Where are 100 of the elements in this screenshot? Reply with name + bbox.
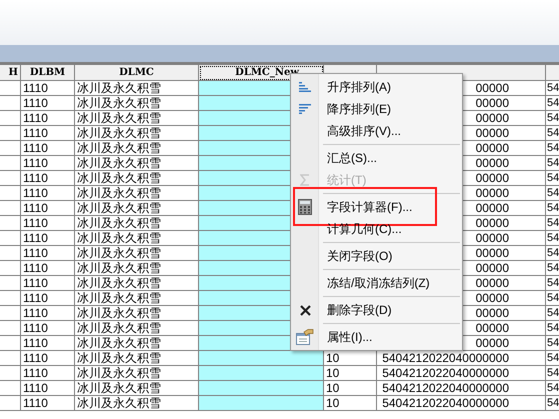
table-cell: 1110: [23, 186, 48, 200]
table-cell: 1110: [23, 306, 48, 320]
table-cell: 5404212022040000000: [382, 396, 509, 410]
table-cell: 54: [547, 292, 559, 304]
table-cell: 54: [547, 382, 559, 394]
table-cell: 1110: [23, 216, 48, 230]
table-cell: 10: [326, 382, 340, 394]
table-cell: 冰川及永久积雪: [77, 96, 161, 110]
table-cell: 冰川及永久积雪: [77, 366, 161, 380]
table-cell: 54: [547, 352, 559, 364]
table-cell: 54: [547, 336, 559, 348]
menu-item[interactable]: 汇总(S)...: [291, 147, 462, 169]
menu-item[interactable]: 高级排序(V)...: [291, 120, 462, 142]
menu-item[interactable]: 删除字段(D): [291, 299, 462, 321]
table-cell: 冰川及永久积雪: [77, 156, 161, 170]
table-cell: 1110: [23, 142, 48, 154]
table-cell: 5404212022040000000: [382, 366, 509, 380]
table-cell: 冰川及永久积雪: [77, 322, 161, 334]
table-cell: 54: [547, 142, 559, 154]
table-cell: 冰川及永久积雪: [77, 352, 161, 364]
table-cell: 冰川及永久积雪: [77, 82, 161, 94]
table-cell: 54: [547, 156, 559, 168]
table-cell: 1110: [23, 246, 48, 260]
table-cell: 1110: [23, 262, 48, 274]
menu-item[interactable]: 关闭字段(O): [291, 245, 462, 267]
table-cell: 1110: [23, 232, 48, 244]
table-cell: 冰川及永久积雪: [77, 112, 161, 124]
menu-item[interactable]: 冻结/取消冻结列(Z): [291, 272, 462, 294]
table-cell: 00000: [476, 232, 509, 244]
table-cell: 54: [547, 186, 559, 198]
table-cell: 00000: [476, 216, 509, 230]
menu-item[interactable]: 字段计算器(F)...: [291, 196, 462, 218]
table-cell: 54: [547, 306, 559, 318]
menu-item[interactable]: 计算几何(C)...: [291, 218, 462, 240]
menu-item[interactable]: 升序排列(A): [291, 76, 462, 98]
table-cell: 54: [547, 216, 559, 228]
table-cell: 1110: [23, 126, 48, 140]
table-cell: 10: [326, 352, 340, 364]
table-cell: 00000: [476, 142, 509, 154]
table-cell: 冰川及永久积雪: [77, 232, 161, 244]
table-cell: 1110: [23, 292, 48, 304]
table-cell: 54: [547, 246, 559, 258]
table-cell: 00000: [476, 126, 509, 140]
table-cell: 54: [547, 202, 559, 214]
table-cell: 00000: [476, 172, 509, 184]
table-cell: 00000: [476, 322, 509, 334]
table-cell: 54: [547, 96, 559, 108]
table-cell: 54: [547, 232, 559, 244]
table-cell: 1110: [23, 396, 48, 410]
table-cell: 冰川及永久积雪: [77, 262, 161, 274]
table-cell: 54: [547, 262, 559, 274]
table-cell: 00000: [476, 186, 509, 200]
table-cell: 冰川及永久积雪: [77, 126, 161, 140]
table-cell: 00000: [476, 292, 509, 304]
table-cell: 1110: [23, 172, 48, 184]
table-cell: 1110: [23, 202, 48, 214]
table-cell: 54: [547, 366, 559, 378]
table-cell: 冰川及永久积雪: [77, 276, 161, 290]
table-cell: 10: [326, 396, 340, 410]
table-cell: 10: [326, 366, 340, 380]
column-header[interactable]: DLMC: [119, 67, 154, 78]
table-cell: 1110: [23, 336, 48, 350]
table-cell: 1110: [23, 82, 48, 94]
properties-icon: [296, 329, 314, 345]
table-cell: 冰川及永久积雪: [77, 216, 161, 230]
table-cell: 00000: [476, 96, 509, 110]
table-cell: 冰川及永久积雪: [77, 292, 161, 304]
table-cell: 00000: [476, 336, 509, 350]
menu-item[interactable]: 属性(I)...: [291, 326, 462, 348]
table-cell: 1110: [23, 96, 48, 110]
table-cell: 54: [547, 172, 559, 184]
sort-ascending-icon: [299, 82, 311, 92]
table-cell: 冰川及永久积雪: [77, 336, 161, 350]
table-cell: 00000: [476, 82, 509, 94]
table-cell: 00000: [476, 276, 509, 290]
table-cell: 1110: [23, 322, 48, 334]
table-cell: 冰川及永久积雪: [77, 246, 161, 260]
table-cell: 54: [547, 126, 559, 138]
table-cell: 54: [547, 82, 559, 94]
table-cell: 54: [547, 112, 559, 124]
table-cell: 1110: [23, 156, 48, 170]
table-cell: 1110: [23, 112, 48, 124]
sort-descending-icon: [299, 104, 311, 114]
table-cell: 5404212022040000000: [382, 382, 509, 394]
table-cell: 冰川及永久积雪: [77, 172, 161, 184]
table-cell: 冰川及永久积雪: [77, 202, 161, 214]
table-cell: 1110: [23, 352, 48, 364]
calculator-icon: [298, 199, 312, 215]
table-cell: 54: [547, 322, 559, 334]
table-cell: 00000: [476, 112, 509, 124]
table-cell: 冰川及永久积雪: [77, 382, 161, 394]
table-cell: 00000: [476, 202, 509, 214]
table-cell: 00000: [476, 156, 509, 170]
table-cell: 冰川及永久积雪: [77, 396, 161, 410]
sigma-icon: [300, 174, 310, 186]
table-cell: 5404212022040000000: [382, 352, 509, 364]
table-cell: 1110: [23, 366, 48, 380]
table-cell: 冰川及永久积雪: [77, 186, 161, 200]
table-cell: 冰川及永久积雪: [77, 306, 161, 320]
menu-item[interactable]: 降序排列(E): [291, 98, 462, 120]
